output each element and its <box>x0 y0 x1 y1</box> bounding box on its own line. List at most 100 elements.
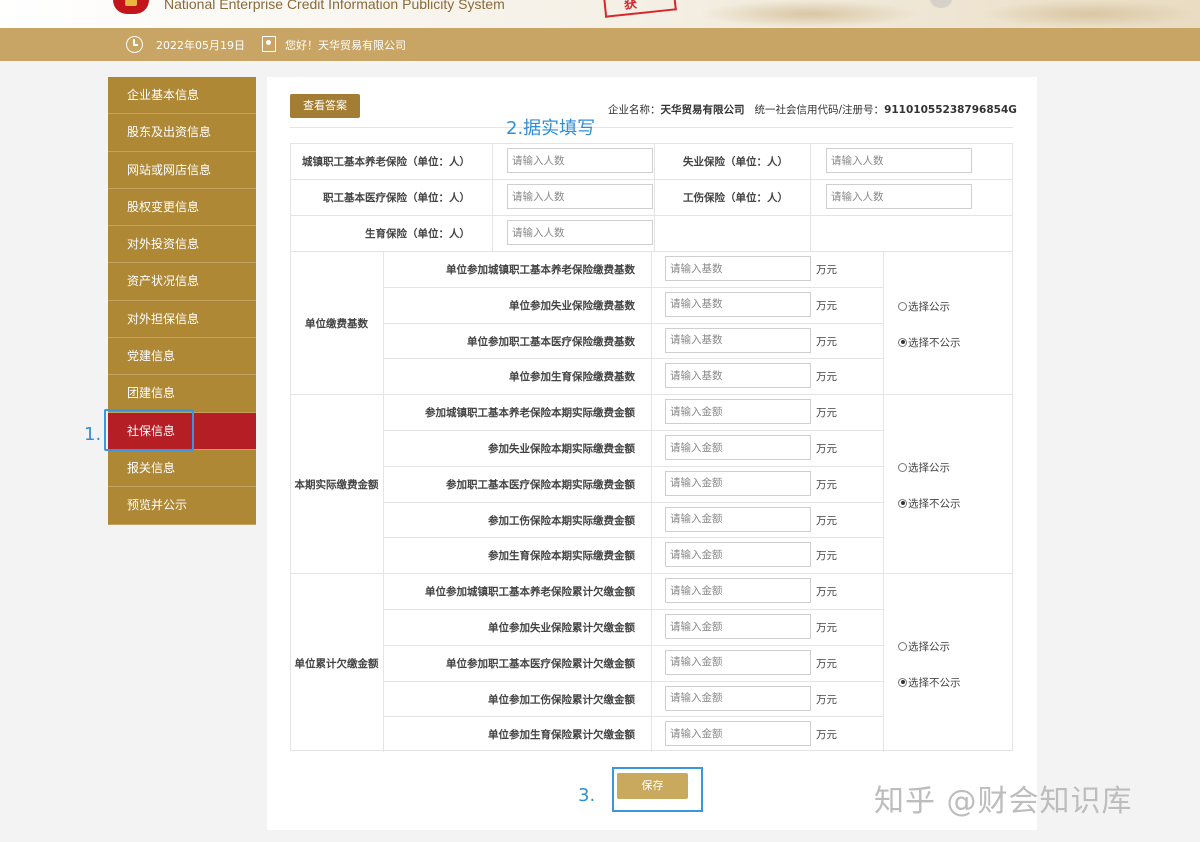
amount-input[interactable] <box>665 542 811 568</box>
radio-label: 选择不公示 <box>908 336 961 349</box>
header-decoration <box>980 0 1200 28</box>
amount-input[interactable] <box>665 363 811 389</box>
row-divider <box>383 537 883 539</box>
view-answer-button[interactable]: 查看答案 <box>290 94 360 118</box>
divider <box>290 127 1013 128</box>
sidebar-item[interactable]: 党建信息 <box>108 338 256 376</box>
amount-input[interactable] <box>665 506 811 532</box>
publicity-radio-private[interactable]: 选择不公示 <box>898 675 961 690</box>
sidebar-item[interactable]: 报关信息 <box>108 449 256 488</box>
watermark: 知乎 @财会知识库 <box>874 784 1133 819</box>
unit-label: 万元 <box>816 657 837 670</box>
unit-label: 万元 <box>816 622 837 634</box>
amount-input[interactable] <box>665 291 811 317</box>
row-divider <box>290 215 1013 216</box>
headcount-input[interactable] <box>826 184 972 209</box>
unit-label: 万元 <box>816 264 837 276</box>
radio-icon[interactable] <box>898 677 907 687</box>
stamp-badge: 获 <box>603 0 677 18</box>
credit-code-label: 统一社会信用代码/注册号： <box>754 104 885 116</box>
headcount-input[interactable] <box>826 148 972 173</box>
amount-input[interactable] <box>665 470 811 496</box>
radio-icon[interactable] <box>898 301 907 311</box>
col-divider <box>883 394 884 574</box>
amount-input[interactable] <box>665 578 811 604</box>
col-divider <box>383 573 384 753</box>
field-label: 单位参加城镇职工基本养老保险累计欠缴金额 <box>425 586 635 599</box>
publicity-radio-public[interactable]: 选择公示 <box>898 639 950 654</box>
field-label: 参加工伤保险本期实际缴费金额 <box>488 514 635 527</box>
field-label: 参加职工基本医疗保险本期实际缴费金额 <box>446 478 635 491</box>
field-label: 工伤保险（单位：人） <box>683 192 788 204</box>
unit-label: 万元 <box>816 478 837 491</box>
publicity-radio-private[interactable]: 选择不公示 <box>898 335 961 350</box>
step-1-annotation: 1. <box>84 424 102 445</box>
radio-icon[interactable] <box>898 498 907 508</box>
col-divider <box>810 143 811 251</box>
radio-label: 选择公示 <box>908 461 950 474</box>
unit-label: 万元 <box>816 443 837 455</box>
row-divider <box>383 680 883 682</box>
sidebar-item[interactable]: 企业基本信息 <box>108 77 256 115</box>
amount-input[interactable] <box>665 685 811 711</box>
row-divider <box>383 501 883 503</box>
field-label: 参加失业保险本期实际缴费金额 <box>488 443 635 455</box>
headcount-input[interactable] <box>507 184 653 209</box>
unit-label: 万元 <box>816 371 837 384</box>
field-label: 失业保险（单位：人） <box>683 156 788 168</box>
sidebar-item[interactable]: 团建信息 <box>108 375 256 413</box>
amount-input[interactable] <box>665 614 811 639</box>
col-divider <box>651 394 652 574</box>
field-label: 单位参加职工基本医疗保险累计欠缴金额 <box>446 657 635 670</box>
sidebar-item[interactable]: 股权变更信息 <box>108 188 256 227</box>
amount-input[interactable] <box>665 327 811 353</box>
radio-label: 选择公示 <box>908 300 950 313</box>
step-1-highlight <box>104 409 194 451</box>
row-divider <box>383 358 883 360</box>
publicity-radio-public[interactable]: 选择公示 <box>898 299 950 314</box>
company-name: 天华贸易有限公司 <box>660 104 745 116</box>
header-ornament-icon <box>930 0 952 8</box>
unit-label: 万元 <box>816 407 837 420</box>
sidebar-item[interactable]: 股东及出资信息 <box>108 114 256 152</box>
unit-label: 万元 <box>816 729 837 742</box>
amount-input[interactable] <box>665 256 811 281</box>
radio-icon[interactable] <box>898 641 907 651</box>
unit-label: 万元 <box>816 693 837 706</box>
publicity-radio-private[interactable]: 选择不公示 <box>898 496 961 511</box>
clock-icon <box>126 36 143 53</box>
amount-input[interactable] <box>665 399 811 425</box>
sidebar-item[interactable]: 资产状况信息 <box>108 263 256 301</box>
sidebar-nav: 企业基本信息 股东及出资信息 网站或网店信息 股权变更信息 对外投资信息 资产状况信息 对外… <box>108 77 256 525</box>
headcount-input[interactable] <box>507 220 653 245</box>
radio-icon[interactable] <box>898 337 907 347</box>
amount-input[interactable] <box>665 649 811 675</box>
unit-label: 万元 <box>816 514 837 527</box>
unit-label: 万元 <box>816 550 837 563</box>
site-header: National Enterprise Credit Information P… <box>0 0 1200 28</box>
row-divider <box>383 465 883 467</box>
unit-label: 万元 <box>816 586 837 599</box>
radio-icon[interactable] <box>898 462 907 472</box>
user-icon <box>262 36 276 52</box>
amount-input[interactable] <box>665 435 811 460</box>
sidebar-item[interactable]: 网站或网店信息 <box>108 151 256 189</box>
field-label: 单位参加生育保险缴费基数 <box>509 371 635 384</box>
headcount-input[interactable] <box>507 148 653 173</box>
sidebar-item[interactable]: 对外投资信息 <box>108 226 256 264</box>
sidebar-item[interactable]: 预览并公示 <box>108 487 256 525</box>
row-divider <box>383 430 883 431</box>
field-label: 单位参加工伤保险累计欠缴金额 <box>488 693 635 706</box>
sidebar-item[interactable]: 对外担保信息 <box>108 300 256 339</box>
save-button[interactable]: 保存 <box>617 773 688 799</box>
row-divider <box>383 609 883 610</box>
amount-input[interactable] <box>665 721 811 747</box>
publicity-radio-public[interactable]: 选择公示 <box>898 460 950 475</box>
step-2-annotation: 2.据实填写 <box>506 118 596 139</box>
step-3-annotation: 3. <box>578 785 596 806</box>
field-label: 参加生育保险本期实际缴费金额 <box>488 550 635 563</box>
col-divider <box>383 394 384 574</box>
field-label: 生育保险（单位：人） <box>365 228 470 240</box>
credit-code: 91101055238796854G <box>884 104 1017 116</box>
row-divider <box>383 716 883 718</box>
